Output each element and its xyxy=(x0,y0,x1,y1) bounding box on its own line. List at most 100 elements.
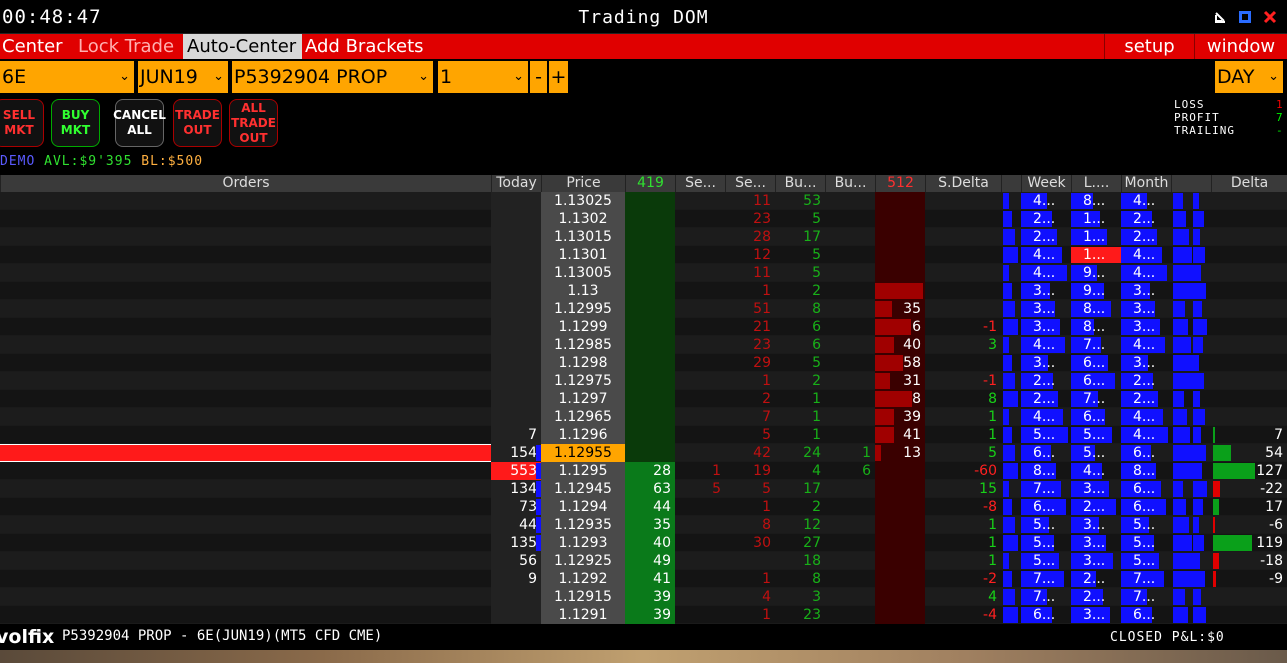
cell-month[interactable]: 3... xyxy=(1121,300,1171,318)
header-week[interactable]: Week xyxy=(1021,175,1071,192)
cell-bu2[interactable] xyxy=(825,372,875,390)
cell-se1[interactable] xyxy=(675,264,725,282)
cell-se2[interactable]: 12 xyxy=(725,246,775,264)
cell-b2[interactable] xyxy=(1171,408,1211,426)
cell-b2[interactable] xyxy=(1171,606,1211,624)
cell-se2[interactable]: 7 xyxy=(725,408,775,426)
cell-today[interactable]: 135 xyxy=(491,534,541,552)
cell-order[interactable] xyxy=(0,300,491,318)
cell-today[interactable] xyxy=(491,408,541,426)
cell-bu1[interactable]: 17 xyxy=(775,228,825,246)
cell-bu1[interactable]: 6 xyxy=(775,336,825,354)
cell-bu2[interactable] xyxy=(825,390,875,408)
minimize-icon[interactable] xyxy=(1212,9,1228,25)
cell-week[interactable]: 2... xyxy=(1021,210,1071,228)
cell-bu1[interactable]: 1 xyxy=(775,408,825,426)
cell-month[interactable]: 4... xyxy=(1121,246,1171,264)
cell-bu2[interactable] xyxy=(825,408,875,426)
cell-bu1[interactable]: 12 xyxy=(775,516,825,534)
cell-week[interactable]: 3... xyxy=(1021,300,1071,318)
cell-b1[interactable] xyxy=(1001,318,1021,336)
header-l[interactable]: L.... xyxy=(1071,175,1121,192)
cell-order[interactable] xyxy=(0,480,491,498)
header-sell-2[interactable]: Se... xyxy=(725,175,775,192)
cell-bid[interactable]: 39 xyxy=(625,588,675,606)
cell-b1[interactable] xyxy=(1001,390,1021,408)
cell-delta[interactable] xyxy=(1211,354,1287,372)
maximize-icon[interactable] xyxy=(1237,9,1253,25)
cell-b2[interactable] xyxy=(1171,318,1211,336)
cell-week[interactable]: 7... xyxy=(1021,570,1071,588)
cell-ask[interactable] xyxy=(875,228,925,246)
cell-bu2[interactable] xyxy=(825,552,875,570)
cell-bid[interactable]: 39 xyxy=(625,606,675,624)
cell-se1[interactable]: 1 xyxy=(675,462,725,480)
cell-bid[interactable] xyxy=(625,390,675,408)
cell-bid[interactable]: 44 xyxy=(625,498,675,516)
cell-ask[interactable] xyxy=(875,498,925,516)
cell-sdelta[interactable]: -8 xyxy=(925,498,1001,516)
cell-month[interactable]: 4... xyxy=(1121,426,1171,444)
quantity-select[interactable]: 1 ⌄ xyxy=(438,61,528,93)
cell-bu2[interactable] xyxy=(825,264,875,282)
cell-today[interactable]: 56 xyxy=(491,552,541,570)
cell-bu1[interactable]: 5 xyxy=(775,264,825,282)
cell-b1[interactable] xyxy=(1001,534,1021,552)
cell-order[interactable] xyxy=(0,498,491,516)
cell-price[interactable]: 1.12985 xyxy=(541,336,625,354)
cell-sdelta[interactable]: 1 xyxy=(925,552,1001,570)
cell-b1[interactable] xyxy=(1001,462,1021,480)
cell-order[interactable] xyxy=(0,228,491,246)
cell-bid[interactable] xyxy=(625,354,675,372)
cell-se2[interactable]: 51 xyxy=(725,300,775,318)
cell-bid[interactable] xyxy=(625,408,675,426)
cell-se2[interactable]: 5 xyxy=(725,426,775,444)
symbol-select[interactable]: 6E ⌄ xyxy=(0,61,134,93)
cell-delta[interactable]: 127 xyxy=(1211,462,1287,480)
cell-today[interactable] xyxy=(491,606,541,624)
cell-se2[interactable]: 1 xyxy=(725,498,775,516)
cell-l[interactable]: 3... xyxy=(1071,552,1121,570)
cell-b1[interactable] xyxy=(1001,192,1021,210)
cell-delta[interactable] xyxy=(1211,336,1287,354)
header-buy-1[interactable]: Bu... xyxy=(775,175,825,192)
cell-se2[interactable]: 1 xyxy=(725,570,775,588)
cell-price[interactable]: 1.1294 xyxy=(541,498,625,516)
cell-bu2[interactable] xyxy=(825,300,875,318)
cell-bu2[interactable] xyxy=(825,210,875,228)
cell-l[interactable]: 5... xyxy=(1071,444,1121,462)
cell-ask[interactable] xyxy=(875,552,925,570)
cell-l[interactable]: 9... xyxy=(1071,282,1121,300)
cell-bu1[interactable]: 2 xyxy=(775,282,825,300)
cell-ask[interactable] xyxy=(875,516,925,534)
tif-select[interactable]: DAY ⌄ xyxy=(1215,61,1283,93)
cell-se2[interactable]: 5 xyxy=(725,480,775,498)
cell-b1[interactable] xyxy=(1001,354,1021,372)
cell-month[interactable]: 4... xyxy=(1121,264,1171,282)
cell-se1[interactable] xyxy=(675,534,725,552)
cell-bu1[interactable]: 5 xyxy=(775,246,825,264)
cell-b2[interactable] xyxy=(1171,210,1211,228)
cell-b1[interactable] xyxy=(1001,300,1021,318)
cell-b1[interactable] xyxy=(1001,426,1021,444)
cell-order[interactable] xyxy=(0,282,491,300)
cell-ask[interactable] xyxy=(875,264,925,282)
cell-bu2[interactable]: 1 xyxy=(825,444,875,462)
cell-month[interactable]: 3... xyxy=(1121,318,1171,336)
lock-trade-button[interactable]: Lock Trade xyxy=(72,34,182,59)
cell-price[interactable]: 1.12995 xyxy=(541,300,625,318)
auto-center-button[interactable]: Auto-Center xyxy=(183,34,302,59)
cell-week[interactable]: 4... xyxy=(1021,246,1071,264)
cell-l[interactable]: 9... xyxy=(1071,264,1121,282)
cell-order[interactable] xyxy=(0,390,491,408)
cell-bu2[interactable] xyxy=(825,588,875,606)
cell-order[interactable] xyxy=(0,354,491,372)
cell-se1[interactable] xyxy=(675,588,725,606)
cell-delta[interactable] xyxy=(1211,192,1287,210)
all-trade-out-button[interactable]: ALL TRADE OUT xyxy=(229,99,278,147)
cell-price[interactable]: 1.12965 xyxy=(541,408,625,426)
cell-month[interactable]: 6... xyxy=(1121,480,1171,498)
header-bid-total[interactable]: 419 xyxy=(625,175,675,192)
header-blank-2[interactable] xyxy=(1171,175,1211,192)
header-sell-1[interactable]: Se... xyxy=(675,175,725,192)
